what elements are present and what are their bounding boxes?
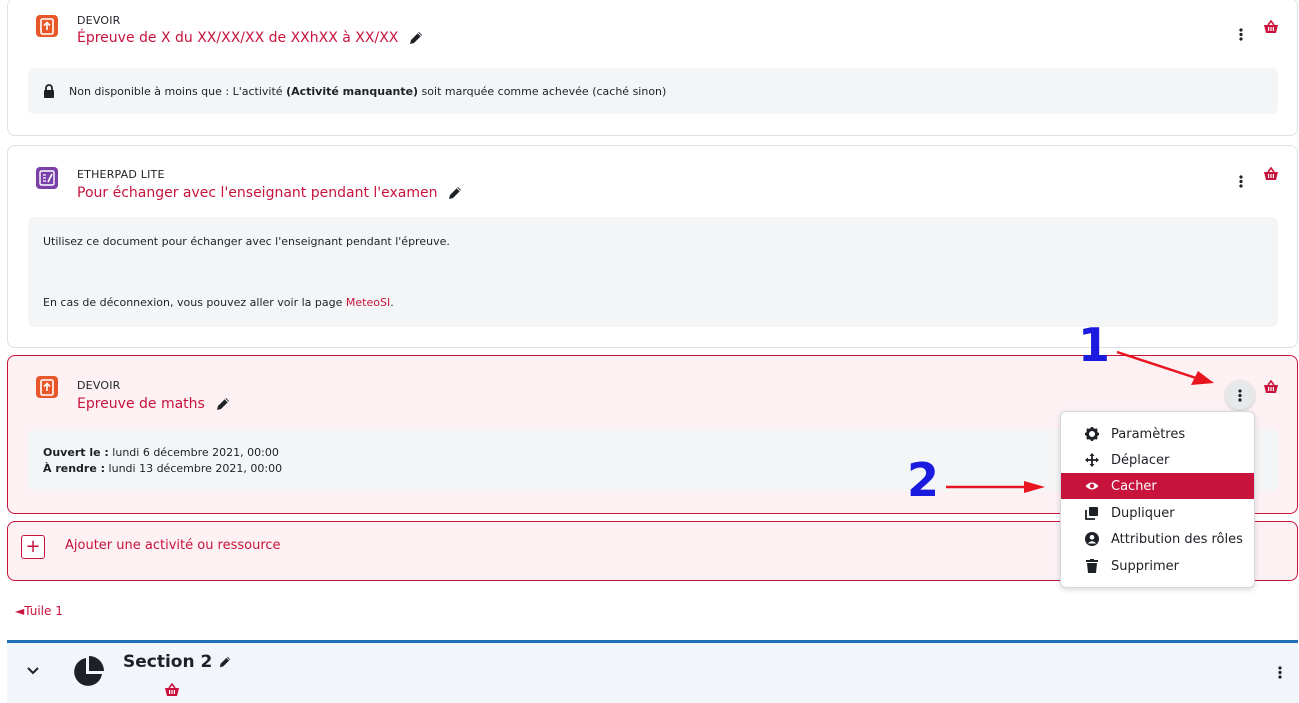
annotation-arrows: [946, 350, 1214, 493]
arrow-to-actions-button: [1116, 350, 1197, 380]
arrowhead: [1024, 481, 1045, 493]
